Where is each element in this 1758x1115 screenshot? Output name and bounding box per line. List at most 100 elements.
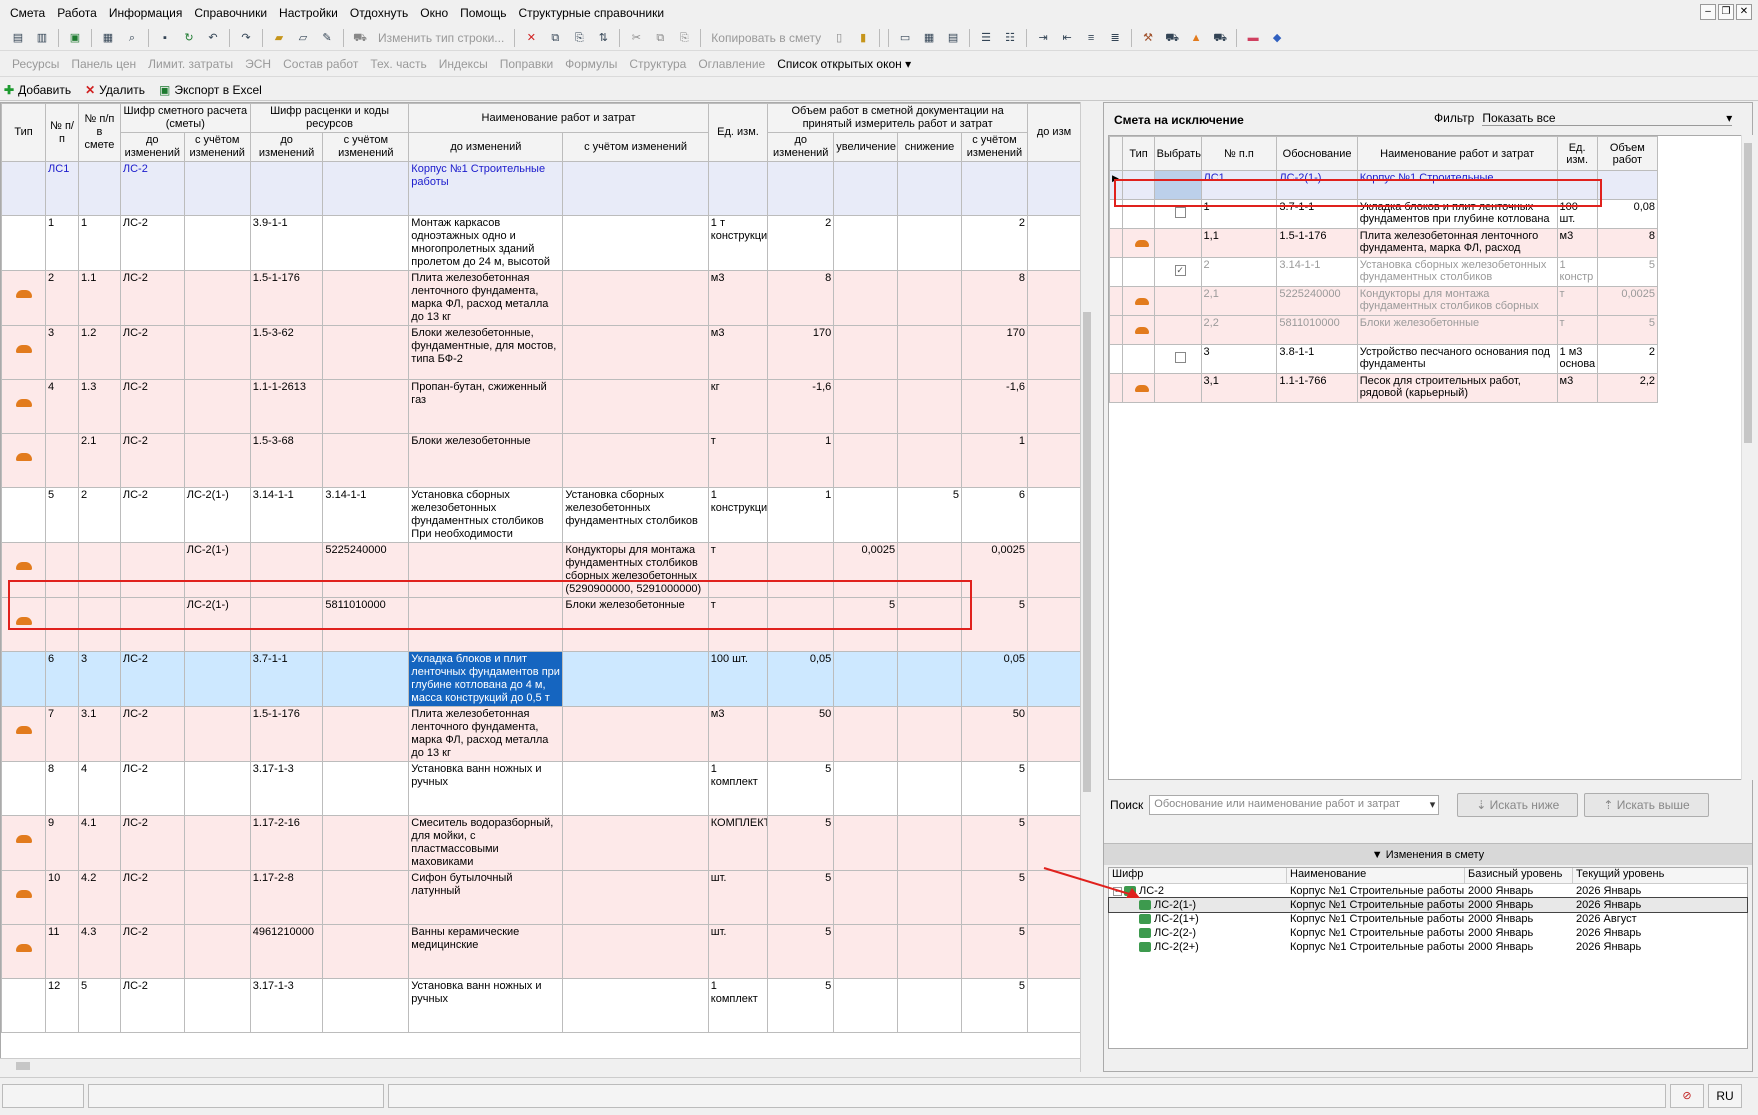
table-icon[interactable]: ▦: [919, 29, 939, 47]
open-windows-dropdown[interactable]: Список открытых окон ▾: [771, 57, 917, 71]
table-row[interactable]: ЛС1 ЛС-2 Корпус №1 Строительные работы: [1, 161, 1081, 216]
panel-tab[interactable]: Состав работ: [277, 57, 364, 71]
tree-row[interactable]: ЛС-2(2+) Корпус №1 Строительные работы(2…: [1109, 940, 1747, 954]
exclusion-row[interactable]: 2,1 5225240000 Кондукторы для монтажа фу…: [1108, 286, 1659, 316]
no-connection-icon[interactable]: ⊘: [1670, 1084, 1704, 1108]
copy-to-estimate-button[interactable]: Копировать в смету: [705, 31, 827, 45]
clipboard-icon[interactable]: ▮: [853, 29, 873, 47]
copy-icon[interactable]: ⧉: [545, 29, 565, 47]
tree2-icon[interactable]: ▥: [32, 29, 52, 47]
col-volume[interactable]: Объем работ в сметной документации на пр…: [767, 103, 1029, 133]
layers-icon[interactable]: ◆: [1267, 29, 1287, 47]
col-res-before[interactable]: до изменений: [249, 132, 324, 162]
refresh-icon[interactable]: ↻: [179, 29, 199, 47]
table-row[interactable]: 6 3 ЛС-2 3.7-1-1 Укладка блоков и плит л…: [1, 651, 1081, 707]
changes-header[interactable]: ▼ Изменения в смету: [1104, 843, 1752, 865]
table2-icon[interactable]: ▤: [943, 29, 963, 47]
undo-icon[interactable]: ↶: [203, 29, 223, 47]
cell-name[interactable]: Ванны керамические медицинские: [408, 924, 564, 979]
align2-icon[interactable]: ≣: [1105, 29, 1125, 47]
cell-name[interactable]: Сифон бутылочный латунный: [408, 870, 564, 925]
search-up-button[interactable]: ⇡ Искать выше: [1584, 793, 1709, 817]
table-row[interactable]: 4 1.3 ЛС-2 1.1-1-2613 Пропан-бутан, сжиж…: [1, 379, 1081, 434]
search-down-button[interactable]: ⇣ Искать ниже: [1457, 793, 1579, 817]
table-row[interactable]: 2 1.1 ЛС-2 1.5-1-176 Плита железобетонна…: [1, 270, 1081, 326]
col-unit[interactable]: Ед. изм.: [707, 103, 769, 162]
col-cipher-resources[interactable]: Шифр расценки и коды ресурсов: [249, 103, 410, 133]
cell-name[interactable]: Смеситель водоразборный, для мойки, с пл…: [408, 815, 564, 871]
panel-tab[interactable]: Формулы: [559, 57, 623, 71]
tree-icon[interactable]: ▤: [8, 29, 28, 47]
panel-tab[interactable]: Панель цен: [65, 57, 142, 71]
list2-icon[interactable]: ☷: [1000, 29, 1020, 47]
doc-icon[interactable]: ▯: [829, 29, 849, 47]
choose-checkbox[interactable]: [1174, 352, 1186, 363]
col-cest-after[interactable]: с учётом изменений: [183, 132, 251, 162]
col-r-unit[interactable]: Ед. изм.: [1556, 136, 1598, 171]
chevron-down-icon[interactable]: ▾: [1430, 798, 1436, 811]
cell-name[interactable]: Плита железобетонная ленточного фундамен…: [408, 706, 564, 762]
cell-name[interactable]: Установка сборных железобетонных фундаме…: [408, 487, 564, 543]
export-excel-button[interactable]: ▣ Экспорт в Excel: [159, 83, 262, 97]
panel-tab[interactable]: Индексы: [433, 57, 494, 71]
menu-item[interactable]: Работа: [51, 0, 103, 26]
vertical-scrollbar[interactable]: [1080, 102, 1093, 1072]
panel-tab[interactable]: Лимит. затраты: [142, 57, 239, 71]
redo-icon[interactable]: ↷: [236, 29, 256, 47]
excel-icon[interactable]: ▣: [65, 29, 85, 47]
exclusion-row[interactable]: 3 3.8-1-1 Устройство песчаного основания…: [1108, 344, 1659, 374]
menu-item[interactable]: Помощь: [454, 0, 512, 26]
exclusion-row[interactable]: 1,1 1.5-1-176 Плита железобетонная ленто…: [1108, 228, 1659, 258]
close-icon[interactable]: ✕: [1736, 4, 1752, 20]
panel-tab[interactable]: ЭСН: [239, 57, 277, 71]
tree-row[interactable]: ЛС-2(2-) Корпус №1 Строительные работы(2…: [1109, 926, 1747, 940]
cell-name[interactable]: Укладка блоков и плит ленточных фундамен…: [408, 651, 564, 707]
restore-icon[interactable]: ❐: [1718, 4, 1734, 20]
tree-row[interactable]: ЛС-2(1+) Корпус №1 Строительные работы(1…: [1109, 912, 1747, 926]
col-type[interactable]: Тип: [1, 103, 47, 162]
col-cest-before[interactable]: до изменений: [119, 132, 185, 162]
table-row[interactable]: 8 4 ЛС-2 3.17-1-3 Установка ванн ножных …: [1, 761, 1081, 816]
right-scroll-thumb[interactable]: [1744, 143, 1752, 443]
col-num[interactable]: № п/п: [45, 103, 80, 162]
cell-name[interactable]: Установка ванн ножных и ручных: [408, 761, 564, 816]
choose-checkbox[interactable]: ✓: [1174, 265, 1186, 276]
exclusion-row[interactable]: 2,2 5811010000 Блоки железобетонные т 5: [1108, 315, 1659, 345]
language-indicator[interactable]: RU: [1708, 1084, 1742, 1108]
exclusion-row[interactable]: ✓ 2 3.14-1-1 Установка сборных железобет…: [1108, 257, 1659, 287]
book-icon[interactable]: ▭: [895, 29, 915, 47]
cell-name[interactable]: Плита железобетонная ленточного фундамен…: [408, 270, 564, 326]
col-name-before[interactable]: до изменений: [408, 132, 564, 162]
move-icon[interactable]: ⇅: [593, 29, 613, 47]
vehicle-icon[interactable]: ⛟: [1210, 29, 1230, 47]
books-icon[interactable]: ▬: [1243, 29, 1263, 47]
menu-item[interactable]: Окно: [414, 0, 454, 26]
h-scroll-thumb[interactable]: [16, 1062, 30, 1070]
copy2-icon[interactable]: ⧉: [650, 29, 670, 47]
panel-tab[interactable]: Структура: [623, 57, 692, 71]
col-r-volume[interactable]: Объем работ: [1596, 136, 1659, 171]
panel-tab[interactable]: Тех. часть: [364, 57, 432, 71]
cut-icon[interactable]: ✂: [626, 29, 646, 47]
col-r-num[interactable]: № п.п: [1200, 136, 1278, 171]
col-extra[interactable]: до изм: [1027, 103, 1081, 162]
col-r-basis[interactable]: Обоснование: [1276, 136, 1358, 171]
col-vol-after[interactable]: с учётом изменений: [960, 132, 1029, 162]
material-icon[interactable]: ▲: [1186, 29, 1206, 47]
hammer-icon[interactable]: ⚒: [1138, 29, 1158, 47]
table-row[interactable]: 9 4.1 ЛС-2 1.17-2-16 Смеситель водоразбо…: [1, 815, 1081, 871]
note-icon[interactable]: ✎: [317, 29, 337, 47]
indent-icon[interactable]: ⇥: [1033, 29, 1053, 47]
tree-col-base[interactable]: Базисный уровень: [1465, 868, 1573, 883]
align-icon[interactable]: ≡: [1081, 29, 1101, 47]
car-icon[interactable]: ⛟: [350, 29, 370, 47]
table-row[interactable]: 5 2 ЛС-2 ЛС-2(1-) 3.14-1-1 3.14-1-1 Уста…: [1, 487, 1081, 543]
menu-item[interactable]: Структурные справочники: [512, 0, 670, 26]
paste-icon[interactable]: ⎘: [569, 29, 589, 47]
tree-col-name[interactable]: Наименование: [1287, 868, 1465, 883]
table-row[interactable]: 2.1 ЛС-2 1.5-3-68 Блоки железобетонные т…: [1, 433, 1081, 488]
cell-name[interactable]: Блоки железобетонные, фундаментные, для …: [408, 325, 564, 380]
col-vol-increase[interactable]: увеличение: [833, 132, 899, 162]
cell-name[interactable]: Пропан-бутан, сжиженный газ: [408, 379, 564, 434]
calc-icon[interactable]: ▦: [98, 29, 118, 47]
